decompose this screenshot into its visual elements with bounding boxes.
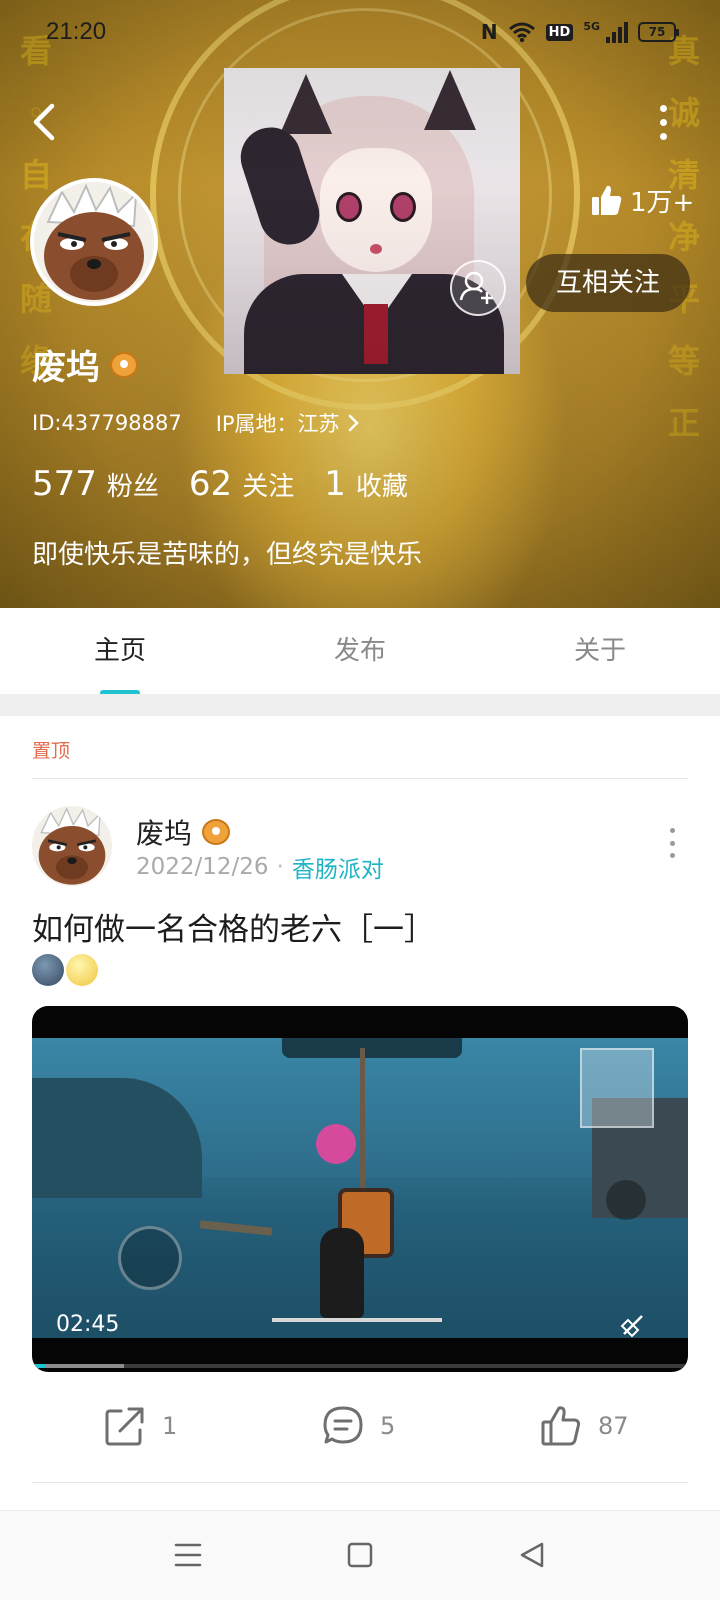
share-button[interactable]: 1 [104, 1396, 177, 1456]
back-arrow-icon [33, 103, 55, 141]
battery-icon: 75 [638, 22, 679, 42]
section-separator [0, 694, 720, 716]
favorites-stat[interactable]: 1 收藏 [324, 464, 408, 504]
add-friend-icon [459, 271, 493, 304]
profile-name-row: 废坞 [32, 340, 138, 389]
tab-about[interactable]: 关于 [480, 608, 720, 694]
divider [32, 778, 688, 779]
back-triangle-icon[interactable] [516, 1539, 548, 1571]
video-duration: 02:45 [56, 1312, 120, 1337]
meta-separator: · [276, 854, 284, 880]
profile-id-row: ID:437798887 IP属地：江苏 [32, 408, 360, 438]
share-icon [105, 1407, 144, 1446]
post-author-row: 废坞 [136, 812, 231, 852]
like-button[interactable]: 87 [540, 1396, 629, 1456]
more-vertical-icon [669, 828, 675, 833]
profile-stats: 577 粉丝 62 关注 1 收藏 [32, 464, 408, 504]
post-actions: 1 5 87 [0, 1396, 720, 1456]
more-vertical-icon [659, 104, 667, 112]
profile-name: 废坞 [32, 348, 100, 388]
status-time: 21:20 [46, 18, 107, 45]
level-badge-icon [110, 351, 138, 378]
following-label: 关注 [242, 472, 295, 502]
video-progress-fill [32, 1364, 46, 1368]
following-count: 62 [188, 464, 233, 504]
system-navigation-bar [0, 1510, 720, 1600]
more-options-button[interactable] [648, 100, 678, 144]
ip-location-link[interactable]: IP属地：江苏 [216, 408, 360, 438]
post-date: 2022/12/26 [136, 854, 269, 880]
favorites-count: 1 [324, 464, 346, 504]
fans-stat[interactable]: 577 粉丝 [32, 464, 159, 504]
post-topic-link[interactable]: 香肠派对 [292, 850, 384, 884]
comment-count: 5 [380, 1412, 396, 1440]
video-progress-bar[interactable] [32, 1364, 688, 1368]
video-thumbnail [32, 1038, 688, 1338]
mutual-follow-button[interactable]: 互相关注 [526, 254, 690, 312]
post-more-button[interactable] [664, 828, 680, 858]
battery-level: 75 [648, 25, 666, 39]
network-type: 5G [583, 20, 600, 33]
status-icons: Ν HD 5G 75 [480, 20, 679, 44]
rotate-screen-icon[interactable] [618, 1310, 648, 1340]
fans-label: 粉丝 [106, 472, 159, 502]
post-author-avatar[interactable] [32, 806, 112, 886]
following-stat[interactable]: 62 关注 [189, 464, 294, 504]
wifi-icon [508, 22, 535, 43]
level-badge-icon [202, 819, 231, 845]
post-meta: 2022/12/26 · 香肠派对 [136, 850, 384, 884]
chevron-right-icon [348, 414, 359, 432]
profile-tabs: 主页 发布 关于 [0, 608, 720, 694]
total-likes: 1万+ [590, 180, 694, 220]
tab-home[interactable]: 主页 [0, 608, 240, 694]
nfc-icon: Ν [480, 20, 498, 44]
ip-location: IP属地：江苏 [215, 412, 340, 436]
status-bar: 21:20 Ν HD 5G 75 [0, 0, 720, 66]
bear-face-avatar-image [34, 182, 154, 302]
post-emojis [32, 954, 98, 986]
like-count: 87 [598, 1412, 629, 1440]
post-title[interactable]: 如何做一名合格的老六［一］ [32, 904, 435, 949]
back-button[interactable] [26, 100, 66, 144]
menu-icon[interactable] [172, 1539, 204, 1571]
likes-count: 1万+ [630, 187, 695, 218]
signal-icon [606, 21, 628, 43]
post-author-name[interactable]: 废坞 [136, 812, 192, 852]
profile-bio: 即使快乐是苦味的，但终究是快乐 [32, 540, 423, 570]
like-icon [541, 1406, 581, 1446]
thumbs-up-icon [592, 185, 622, 215]
fans-count: 577 [32, 464, 97, 504]
tab-posts[interactable]: 发布 [240, 608, 480, 694]
video-buffer-bar [32, 1364, 124, 1368]
divider [32, 1482, 688, 1483]
bear-face-avatar-image [32, 806, 112, 886]
share-count: 1 [162, 1412, 178, 1440]
comment-icon [323, 1406, 363, 1444]
post-video[interactable]: 02:45 [32, 1006, 688, 1372]
full-moon-face-icon [66, 954, 98, 986]
new-moon-face-icon [32, 954, 64, 986]
add-friend-button[interactable] [450, 260, 506, 316]
comment-button[interactable]: 5 [322, 1396, 395, 1456]
profile-header: 看◦自在随缘 真诚清净平等正 21:20 Ν HD 5G [0, 0, 720, 608]
profile-avatar[interactable] [30, 178, 158, 306]
favorites-label: 收藏 [355, 472, 408, 502]
home-square-icon[interactable] [344, 1539, 376, 1571]
pinned-label: 置顶 [32, 740, 71, 762]
user-id: ID:437798887 [32, 411, 182, 435]
hd-icon: HD [545, 23, 574, 41]
